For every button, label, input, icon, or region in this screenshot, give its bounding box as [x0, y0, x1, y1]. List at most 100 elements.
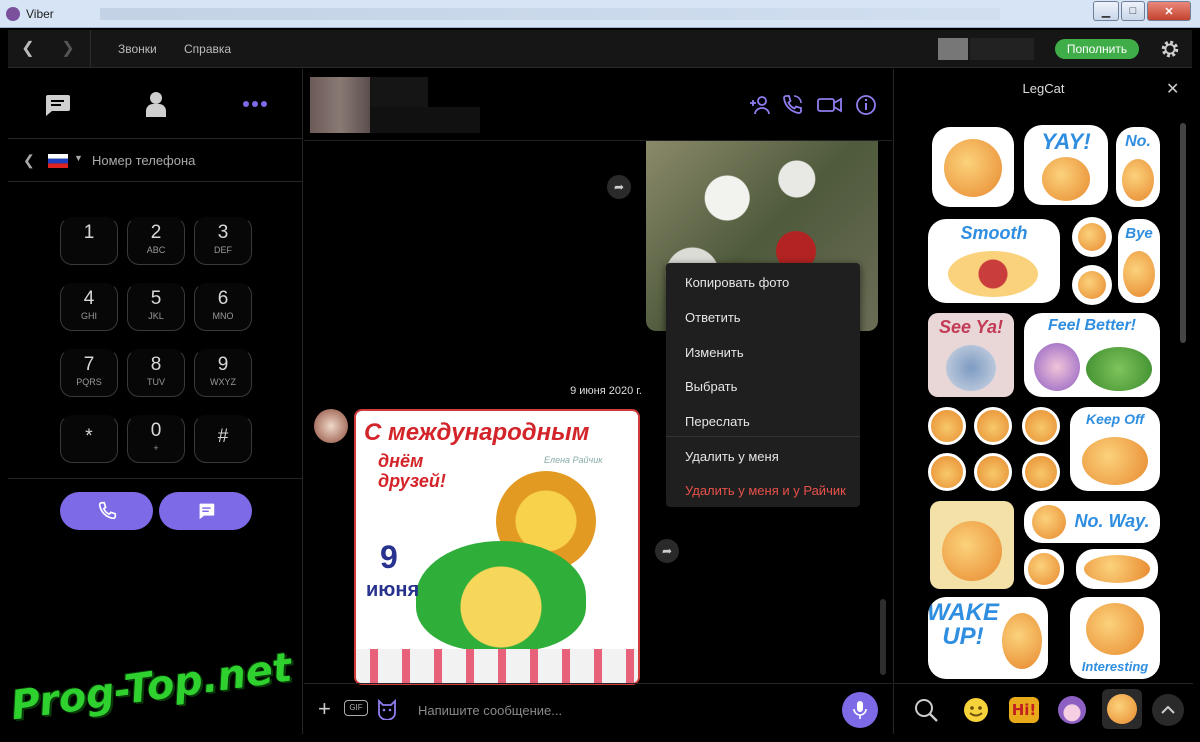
sticker-see-ya[interactable]: See Ya!	[928, 313, 1014, 397]
video-call-icon[interactable]	[816, 93, 844, 117]
key-6[interactable]: 6 MNO	[194, 283, 252, 331]
sticker-scrollbar[interactable]	[1180, 123, 1186, 343]
contact-avatar-blurred[interactable]	[310, 77, 370, 133]
chat-area: ➦ 9 июня 2020 г. С международным днём др…	[304, 69, 892, 734]
close-button[interactable]: ✕	[1147, 1, 1191, 21]
account-name-blurred	[970, 38, 1034, 60]
back-arrow-icon[interactable]: ❮	[18, 39, 38, 59]
forward-arrow-icon[interactable]: ❯	[58, 39, 78, 59]
sticker-cat-lying[interactable]	[1076, 549, 1158, 589]
sticker-cat-window[interactable]	[930, 501, 1014, 589]
russia-flag-icon[interactable]	[48, 154, 68, 168]
gif-icon[interactable]: GIF	[344, 700, 368, 716]
card-title-line2: днём друзей!	[378, 451, 446, 491]
microphone-icon	[853, 701, 867, 719]
search-icon[interactable]	[910, 694, 942, 726]
menu-forward[interactable]: Переслать	[685, 414, 750, 429]
sticker-face-6[interactable]	[1022, 453, 1060, 491]
sticker-bye[interactable]: Bye	[1118, 219, 1160, 303]
sticker-wake-up[interactable]: WAKE UP!	[928, 597, 1048, 679]
more-icon[interactable]	[240, 89, 270, 119]
card-month: июня	[366, 579, 420, 601]
country-dropdown-icon[interactable]: ▼	[74, 153, 83, 163]
sticker-face-3[interactable]	[1022, 407, 1060, 445]
key-1[interactable]: 1	[60, 217, 118, 265]
window-title: Viber	[26, 7, 54, 21]
hi-sticker-icon[interactable]: Hi!	[1008, 694, 1040, 726]
forward-icon[interactable]: ➦	[655, 539, 679, 563]
forward-icon[interactable]: ➦	[607, 175, 631, 199]
sticker-face-4[interactable]	[928, 453, 966, 491]
sticker-no[interactable]: No.	[1116, 127, 1160, 207]
sticker-face-2[interactable]	[974, 407, 1012, 445]
background-tabs-ghost	[100, 8, 1000, 20]
sticker-yay[interactable]: YAY!	[1024, 125, 1108, 205]
maximize-button[interactable]: □	[1121, 1, 1145, 21]
key-9[interactable]: 9 WXYZ	[194, 349, 252, 397]
left-panel: ❮ ▼ Номер телефона 1 2 ABC 3 DEF 4 GHI 5 JKL…	[8, 69, 303, 734]
sticker-face-1[interactable]	[928, 407, 966, 445]
key-7[interactable]: 7 PQRS	[60, 349, 118, 397]
key-0[interactable]: 0 +	[127, 415, 185, 463]
call-icon[interactable]	[780, 93, 804, 117]
girl-sticker-icon[interactable]	[1056, 694, 1088, 726]
key-8[interactable]: 8 TUV	[127, 349, 185, 397]
gear-icon[interactable]	[1159, 38, 1181, 60]
menu-calls[interactable]: Звонки	[118, 42, 157, 56]
key-5[interactable]: 5 JKL	[127, 283, 185, 331]
sticker-cat-icon[interactable]	[376, 698, 398, 720]
top-navigation: ❮ ❯ Звонки Справка Пополнить	[8, 30, 1192, 68]
sticker-paw-2[interactable]	[1072, 265, 1112, 305]
legcat-sticker-icon[interactable]	[1102, 689, 1142, 729]
key-3[interactable]: 3 DEF	[194, 217, 252, 265]
key-star[interactable]: *	[60, 415, 118, 463]
emoji-icon[interactable]	[960, 694, 992, 726]
message-input[interactable]: Напишите сообщение...	[418, 703, 562, 718]
left-tabs	[8, 69, 303, 139]
menu-delete-for-me[interactable]: Удалить у меня	[685, 449, 779, 464]
sticker-no-way[interactable]: No. Way.	[1024, 501, 1160, 543]
turtle-illustration	[416, 541, 586, 651]
phone-number-header: ❮ ▼ Номер телефона	[8, 140, 303, 182]
contacts-icon[interactable]	[141, 89, 171, 119]
topup-button[interactable]: Пополнить	[1055, 39, 1139, 59]
send-message-button[interactable]	[159, 492, 252, 530]
menu-reply[interactable]: Ответить	[685, 310, 741, 325]
account-avatar-blurred	[938, 38, 968, 60]
sticker-face-5[interactable]	[974, 453, 1012, 491]
minimize-button[interactable]: ▁	[1093, 1, 1119, 21]
title-bar: Viber ▁ □ ✕	[0, 0, 1200, 28]
sender-avatar[interactable]	[314, 409, 348, 443]
key-hash[interactable]: #	[194, 415, 252, 463]
menu-edit[interactable]: Изменить	[685, 345, 744, 360]
greeting-card-image[interactable]: С международным днём друзей! Елена Райчи…	[354, 409, 640, 685]
phone-number-input[interactable]: Номер телефона	[92, 153, 195, 168]
sticker-smooth[interactable]: Smooth	[928, 219, 1060, 303]
sticker-cat-happy[interactable]	[932, 127, 1014, 207]
chevron-up-icon[interactable]	[1152, 694, 1184, 726]
chats-icon[interactable]	[42, 89, 72, 119]
sticker-keep-off[interactable]: Keep Off	[1070, 407, 1160, 491]
info-icon[interactable]	[854, 93, 878, 117]
close-sticker-panel-icon[interactable]: ✕	[1166, 79, 1179, 99]
plus-icon[interactable]: +	[318, 696, 331, 722]
sticker-feel-better[interactable]: Feel Better!	[1024, 313, 1160, 397]
menu-delete-for-everyone[interactable]: Удалить у меня и у Райчик	[685, 483, 846, 498]
sticker-interesting[interactable]: Interesting	[1070, 597, 1160, 679]
menu-copy-photo[interactable]: Копировать фото	[685, 275, 789, 290]
menu-select[interactable]: Выбрать	[685, 379, 737, 394]
message-icon	[198, 503, 214, 520]
back-chevron-icon[interactable]: ❮	[23, 152, 35, 169]
voice-call-button[interactable]	[60, 492, 153, 530]
sticker-cat-small[interactable]	[1024, 549, 1064, 589]
sticker-tray: Hi!	[894, 683, 1193, 734]
sticker-paw[interactable]	[1072, 217, 1112, 257]
microphone-button[interactable]	[842, 692, 878, 728]
menu-divider	[666, 436, 860, 437]
key-2[interactable]: 2 ABC	[127, 217, 185, 265]
chat-scrollbar[interactable]	[880, 599, 886, 675]
menu-help[interactable]: Справка	[184, 42, 231, 56]
date-separator: 9 июня 2020 г.	[570, 385, 642, 397]
add-participant-icon[interactable]	[748, 93, 772, 117]
key-4[interactable]: 4 GHI	[60, 283, 118, 331]
